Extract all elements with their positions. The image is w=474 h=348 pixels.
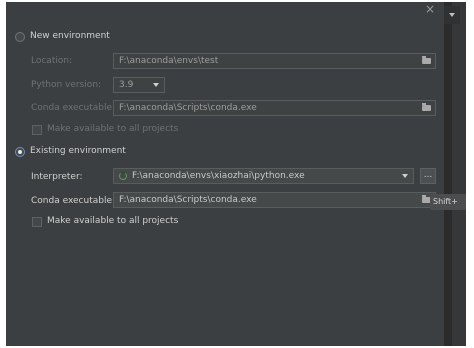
existing-environment-label[interactable]: Existing environment bbox=[30, 146, 126, 156]
conda-executable-value-new: F:\anaconda\Scripts\conda.exe bbox=[119, 103, 257, 113]
python-version-label: Python version: bbox=[31, 80, 102, 90]
loading-spinner-icon bbox=[119, 172, 127, 180]
existing-environment-radio[interactable] bbox=[15, 147, 25, 157]
make-available-label-new: Make available to all projects bbox=[47, 124, 179, 134]
chevron-down-icon bbox=[153, 83, 159, 87]
python-version-value: 3.9 bbox=[119, 80, 134, 90]
new-environment-label[interactable]: New environment bbox=[30, 31, 110, 41]
conda-executable-value-existing: F:\anaconda\Scripts\conda.exe bbox=[119, 195, 257, 205]
dialog-right-edge bbox=[444, 2, 452, 346]
folder-icon[interactable] bbox=[422, 56, 431, 64]
conda-executable-field-existing[interactable]: F:\anaconda\Scripts\conda.exe bbox=[113, 192, 436, 208]
close-icon[interactable]: × bbox=[425, 2, 435, 16]
folder-icon[interactable] bbox=[422, 103, 431, 111]
side-panel-strip bbox=[452, 2, 466, 346]
make-available-label-existing: Make available to all projects bbox=[47, 216, 179, 226]
conda-executable-field-new[interactable]: F:\anaconda\Scripts\conda.exe bbox=[113, 100, 436, 116]
location-field[interactable]: F:\anaconda\envs\test bbox=[113, 53, 436, 69]
make-available-checkbox-existing[interactable] bbox=[32, 217, 42, 227]
browse-interpreter-button[interactable]: ... bbox=[420, 168, 436, 184]
chevron-down-icon bbox=[449, 13, 455, 17]
interpreter-select[interactable]: F:\anaconda\envs\xiaozhai\python.exe bbox=[113, 168, 414, 184]
shortcut-tooltip: Shift+ bbox=[430, 194, 466, 210]
location-value: F:\anaconda\envs\test bbox=[119, 56, 219, 66]
conda-executable-label-new: Conda executable: bbox=[31, 103, 116, 113]
interpreter-value: F:\anaconda\envs\xiaozhai\python.exe bbox=[132, 171, 305, 181]
python-version-select[interactable]: 3.9 bbox=[113, 77, 165, 93]
panel-dropdown[interactable] bbox=[444, 6, 460, 24]
chevron-down-icon bbox=[402, 174, 408, 178]
make-available-checkbox-new[interactable] bbox=[32, 125, 42, 135]
interpreter-label: Interpreter: bbox=[31, 172, 83, 182]
location-label: Location: bbox=[31, 56, 73, 66]
new-environment-radio[interactable] bbox=[15, 32, 25, 42]
conda-executable-label-existing: Conda executable: bbox=[31, 196, 116, 206]
